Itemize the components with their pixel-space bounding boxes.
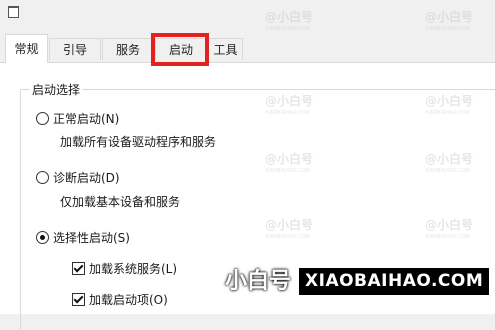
tab-general[interactable]: 常规 <box>5 34 48 63</box>
signal-icon <box>197 267 219 289</box>
tab-services[interactable]: 服务 <box>102 38 154 60</box>
brand-name: 小白号 <box>225 268 292 294</box>
selective-startup-radio[interactable] <box>36 231 49 244</box>
diagnostic-startup-desc: 仅加载基本设备和服务 <box>60 195 181 209</box>
diagnostic-startup-label: 诊断启动(D) <box>53 171 120 185</box>
load-startup-option[interactable]: 加载启动项(O) <box>72 291 168 308</box>
load-services-checkbox[interactable] <box>72 262 85 275</box>
tab-strip: 常规 引导 服务 启动 工具 <box>0 34 495 63</box>
diagnostic-startup-radio[interactable] <box>36 171 49 184</box>
load-startup-checkbox[interactable] <box>72 293 85 306</box>
brand-watermark: 小白号 XIAOBAIHAO.COM <box>197 266 490 296</box>
window-icon <box>8 6 19 18</box>
load-startup-label: 加载启动项(O) <box>89 293 168 307</box>
normal-startup-option[interactable]: 正常启动(N) <box>36 110 119 127</box>
watermark: @小白号 XIAOBAIHAO.COM <box>425 10 474 32</box>
normal-startup-desc: 加载所有设备驱动程序和服务 <box>60 135 217 149</box>
normal-startup-label: 正常启动(N) <box>53 112 120 126</box>
selective-startup-option[interactable]: 选择性启动(S) <box>36 229 130 246</box>
load-services-option[interactable]: 加载系统服务(L) <box>72 260 177 277</box>
startup-selection-legend: 启动选择 <box>30 81 83 98</box>
diagnostic-startup-option[interactable]: 诊断启动(D) <box>36 169 120 186</box>
tab-boot[interactable]: 引导 <box>49 38 101 60</box>
watermark: @小白号 XIAOBAIHAO.COM <box>265 10 314 32</box>
tab-tools[interactable]: 工具 <box>208 38 243 60</box>
normal-startup-radio[interactable] <box>36 112 49 125</box>
selective-startup-label: 选择性启动(S) <box>53 231 130 245</box>
tab-highlight-box <box>151 33 209 66</box>
brand-domain: XIAOBAIHAO.COM <box>299 268 490 295</box>
load-services-label: 加载系统服务(L) <box>89 262 178 276</box>
